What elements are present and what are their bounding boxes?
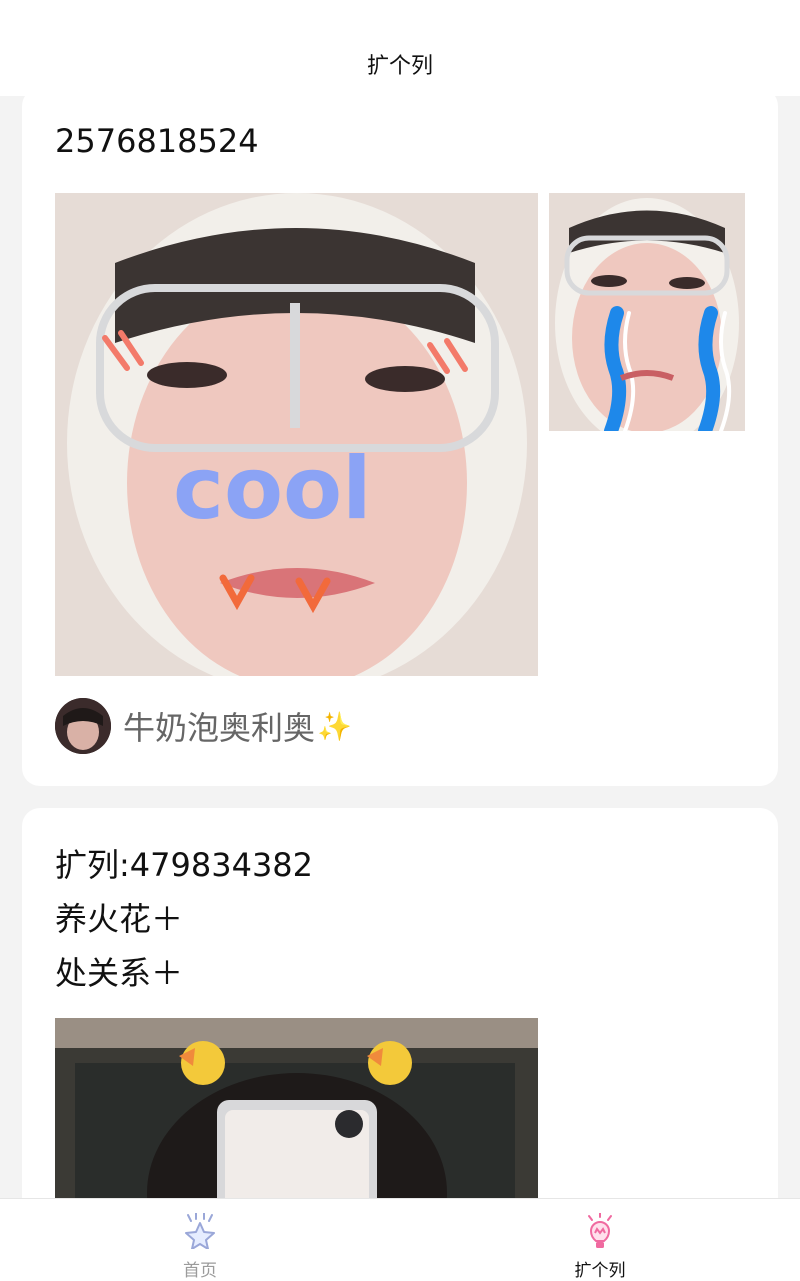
- svg-text:cool: cool: [173, 439, 372, 539]
- tab-home-label: 首页: [183, 1261, 217, 1281]
- post-text-line: 扩列:479834382: [55, 846, 314, 884]
- sparkle-icon: ✨: [317, 709, 352, 743]
- lightbulb-icon: [588, 1213, 612, 1248]
- star-icon: [185, 1213, 215, 1249]
- post-card[interactable]: 2576818524 cool 牛奶泡奥利奥 ✨: [22, 96, 778, 786]
- tab-expand-list-label: 扩个列: [574, 1261, 626, 1281]
- post-photo[interactable]: cool: [55, 193, 538, 676]
- post-text: 扩列:479834382 养火花＋ 处关系＋: [55, 838, 313, 1000]
- author-name[interactable]: 牛奶泡奥利奥: [123, 703, 315, 749]
- post-text-line: 养火花＋: [55, 900, 184, 938]
- top-bar: 扩个列: [0, 0, 800, 96]
- tab-expand-list[interactable]: 扩个列: [400, 1199, 800, 1281]
- post-photo[interactable]: [55, 1018, 538, 1198]
- bottom-navigation: 首页 扩个列: [0, 1198, 800, 1281]
- tab-home[interactable]: 首页: [0, 1199, 400, 1281]
- post-text: 2576818524: [55, 114, 259, 168]
- page-title: 扩个列: [366, 54, 433, 79]
- post-text-line: 处关系＋: [55, 954, 184, 992]
- post-text-line: 2576818524: [55, 122, 259, 160]
- author-row[interactable]: 牛奶泡奥利奥 ✨: [55, 698, 352, 754]
- post-card[interactable]: 扩列:479834382 养火花＋ 处关系＋: [22, 808, 778, 1198]
- avatar[interactable]: [55, 698, 111, 754]
- post-feed[interactable]: 2576818524 cool 牛奶泡奥利奥 ✨ 扩列:479834382 养火…: [0, 96, 800, 1198]
- post-photo[interactable]: [549, 193, 745, 431]
